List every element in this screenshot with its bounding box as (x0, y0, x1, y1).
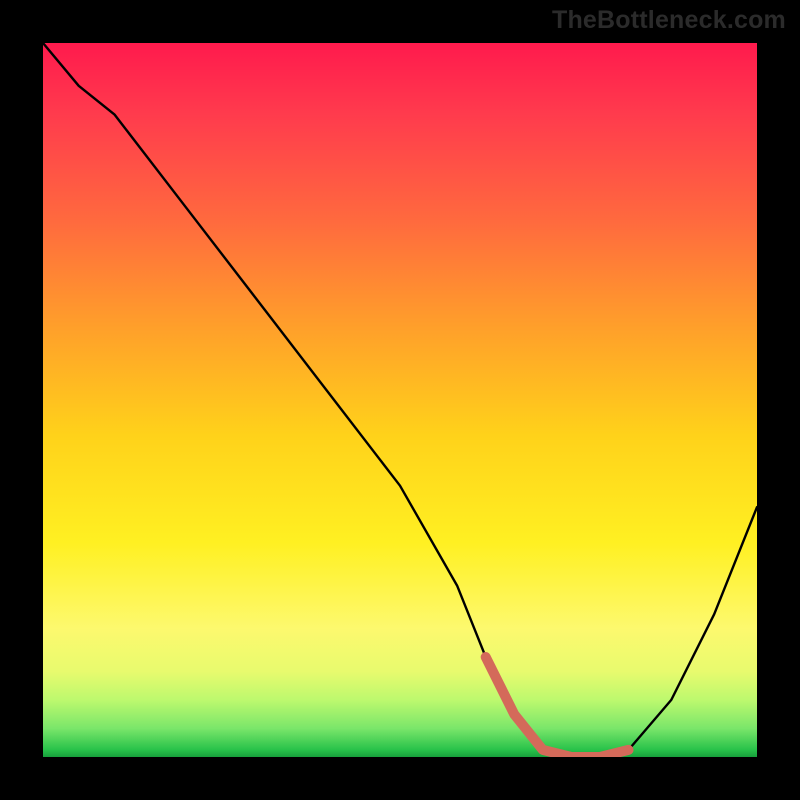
chart-svg (43, 43, 757, 757)
plot-area (43, 43, 757, 757)
watermark-label: TheBottleneck.com (552, 6, 786, 35)
chart-frame: TheBottleneck.com (0, 0, 800, 800)
bottleneck-curve (43, 43, 757, 757)
plateau-highlight (486, 657, 629, 757)
